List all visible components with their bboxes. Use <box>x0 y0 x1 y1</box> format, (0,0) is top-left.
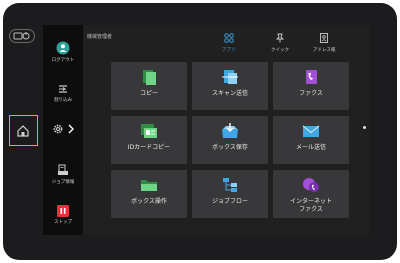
app-box-operation-label: ボックス操作 <box>131 198 167 205</box>
box-operation-icon <box>141 180 157 191</box>
interrupt-label: 割り込み <box>54 98 72 103</box>
id-card-copy-icon <box>141 124 157 138</box>
app-internet-fax[interactable]: インターネット ファクス <box>273 170 349 218</box>
app-scan-send[interactable]: スキャン送信 <box>192 62 268 110</box>
chevron-right-icon <box>68 124 74 134</box>
address-book-icon <box>320 33 329 43</box>
home-button[interactable] <box>9 115 38 146</box>
app-email-send-label: メール送信 <box>295 144 326 151</box>
home-icon <box>17 125 29 137</box>
page-indicator <box>363 126 366 129</box>
app-box-save[interactable]: ボックス保存 <box>192 116 268 164</box>
tab-address-book-label: アドレス帳 <box>313 48 336 53</box>
stop-label: ストップ <box>54 220 72 225</box>
gear-icon <box>53 124 62 134</box>
copy-icon <box>143 70 156 85</box>
stop-icon <box>57 205 69 217</box>
settings-button[interactable] <box>43 123 83 135</box>
app-fax[interactable]: ファクス <box>273 62 349 110</box>
app-email-send[interactable]: メール送信 <box>273 116 349 164</box>
app-copy-label: コピー <box>139 90 158 97</box>
interrupt-icon <box>59 85 67 93</box>
power-save-button[interactable] <box>9 29 35 43</box>
sidebar: ログアウト 割り込み ジョブ情報 ストップ <box>43 25 83 235</box>
user-logout-icon <box>56 41 70 55</box>
scan-send-icon <box>222 70 238 84</box>
user-title: 機械管理者 <box>87 34 113 40</box>
app-id-card-copy-label: IDカードコピー <box>127 144 171 151</box>
app-copy[interactable]: コピー <box>111 62 187 110</box>
quick-pin-icon <box>275 33 285 43</box>
stop-button[interactable]: ストップ <box>43 205 83 225</box>
fax-icon <box>306 70 317 84</box>
box-save-icon <box>222 123 238 138</box>
app-id-card-copy[interactable]: IDカードコピー <box>111 116 187 164</box>
app-internet-fax-label: インターネット ファクス <box>289 198 332 213</box>
app-box-save-label: ボックス保存 <box>212 144 248 151</box>
logout-label: ログアウト <box>51 58 75 63</box>
job-status-label: ジョブ情報 <box>51 180 75 185</box>
interrupt-button[interactable]: 割り込み <box>43 83 83 103</box>
app-scan-send-label: スキャン送信 <box>211 90 248 97</box>
tab-address-book[interactable]: アドレス帳 <box>313 33 336 53</box>
job-status-icon <box>58 164 68 175</box>
app-box-operation[interactable]: ボックス操作 <box>111 170 187 218</box>
job-status-button[interactable]: ジョブ情報 <box>43 163 83 185</box>
apps-grid-icon <box>224 33 234 43</box>
app-job-flow-label: ジョブフロー <box>211 198 248 205</box>
job-flow-icon <box>223 178 237 192</box>
app-job-flow[interactable]: ジョブフロー <box>192 170 268 218</box>
tab-apps-label: アプリ <box>222 48 236 53</box>
tab-quick[interactable]: クイック <box>271 33 289 53</box>
tab-quick-label: クイック <box>271 48 289 53</box>
email-send-icon <box>302 125 320 137</box>
app-fax-label: ファクス <box>299 90 323 97</box>
internet-fax-icon <box>303 178 319 192</box>
power-save-icon <box>13 32 30 40</box>
logout-button[interactable]: ログアウト <box>43 41 83 63</box>
tab-apps[interactable]: アプリ <box>222 33 236 53</box>
